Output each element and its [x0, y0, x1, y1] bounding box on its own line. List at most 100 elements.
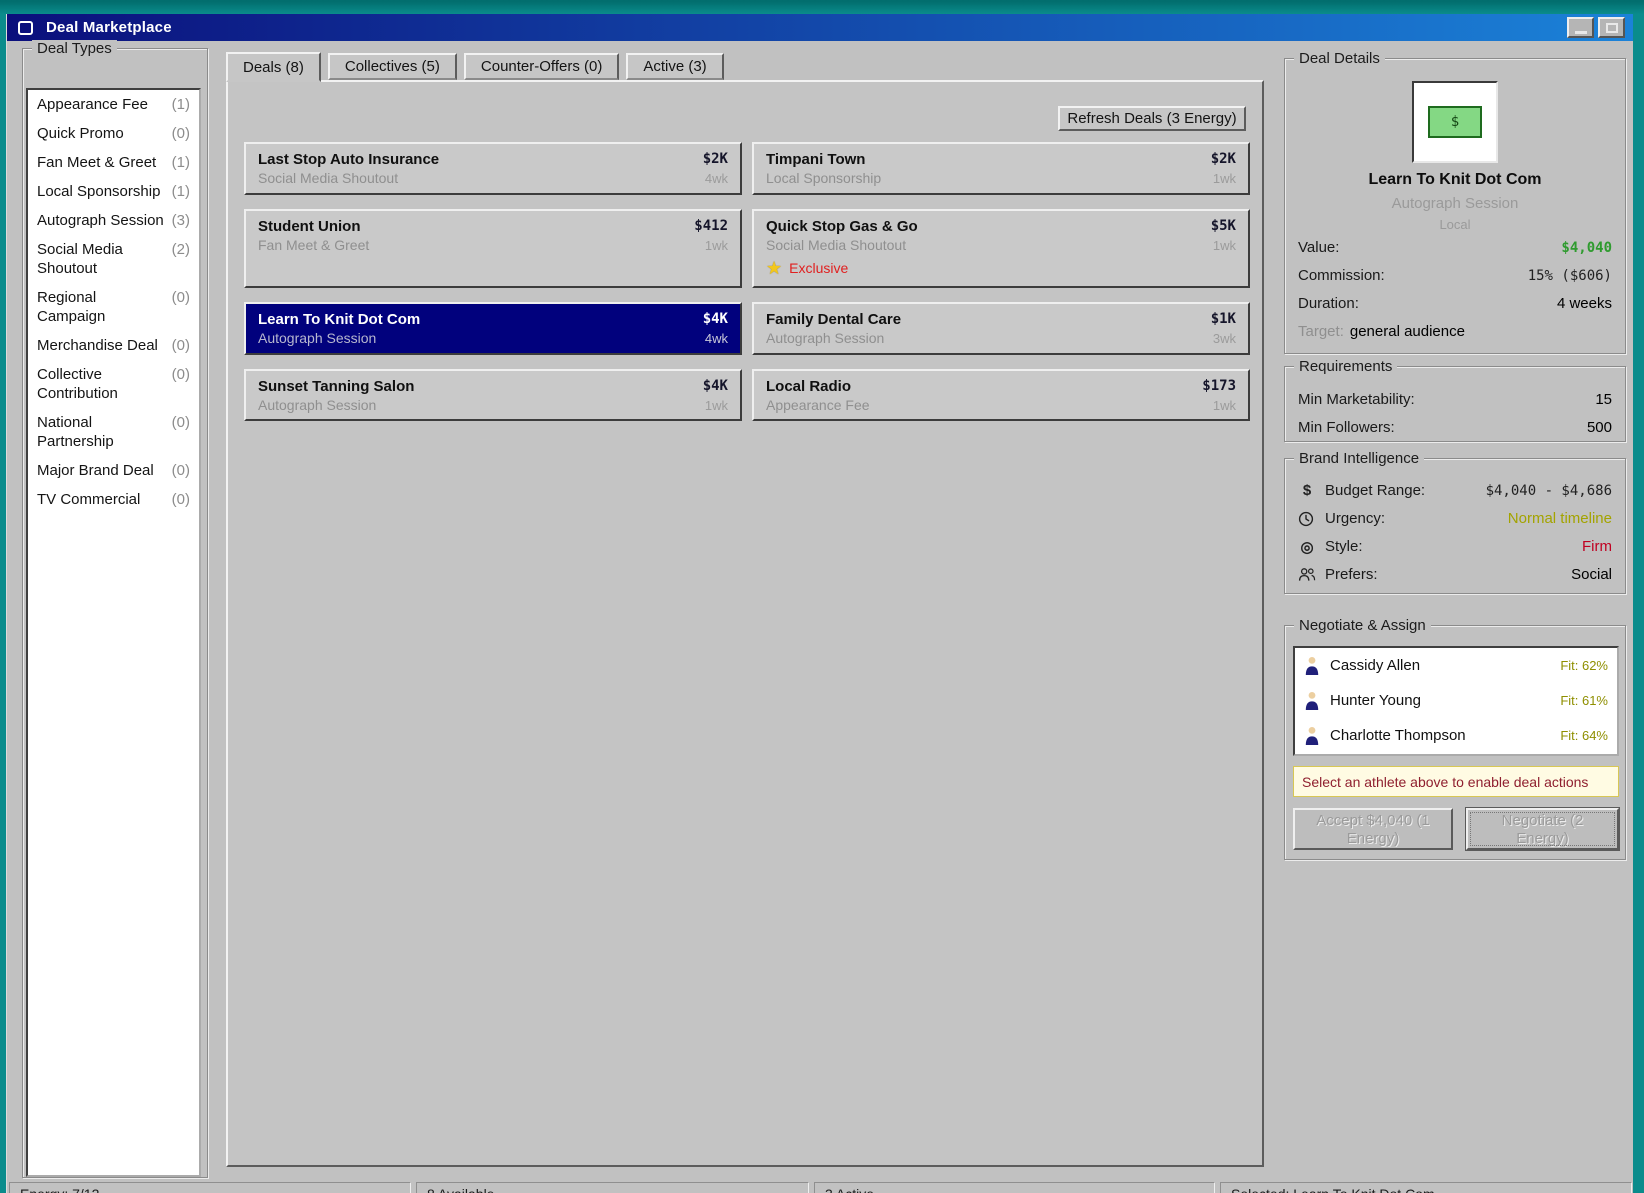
exclusive-badge: ★ Exclusive	[766, 259, 848, 277]
window-title: Deal Marketplace	[46, 19, 172, 36]
tab-collectives[interactable]: Collectives (5)	[327, 53, 457, 80]
athlete-fit: Fit: 62%	[1560, 658, 1608, 673]
sidebar-item-label: Local Sponsorship	[37, 183, 161, 200]
status-energy: Energy: 7/12	[9, 1182, 411, 1193]
deal-duration: 1wk	[704, 238, 728, 253]
deal-value: $4K	[702, 378, 728, 394]
deal-card[interactable]: Family Dental Care Autograph Session $1K 3w…	[752, 302, 1250, 355]
sidebar-item-major-brand-deal[interactable]: Major Brand Deal (0)	[28, 456, 199, 485]
deal-name: Quick Stop Gas & Go	[766, 218, 918, 235]
brand-intelligence-group: Brand Intelligence $ Budget Range: $4,040 …	[1284, 450, 1626, 594]
status-bar: Energy: 7/12 8 Available 3 Active Select…	[7, 1180, 1634, 1193]
deals-tab-page: Refresh Deals (3 Energy) Last Stop Auto …	[226, 80, 1264, 1167]
deal-types-title: Deal Types	[32, 40, 117, 57]
deal-card[interactable]: Timpani Town Local Sponsorship $2K 1wk	[752, 142, 1250, 195]
sidebar-item-quick-promo[interactable]: Quick Promo (0)	[28, 119, 199, 148]
deal-value: $4K	[702, 311, 728, 327]
duration-label: Duration:	[1298, 295, 1359, 312]
sidebar-item-count: (2)	[171, 241, 190, 258]
deal-value: $2K	[1210, 151, 1236, 167]
detail-deal-scope: Local	[1439, 217, 1471, 232]
requirement-label: Min Marketability:	[1298, 391, 1415, 408]
status-selected: Selected: Learn To Knit Dot Com	[1220, 1182, 1632, 1193]
commission-label: Commission:	[1298, 267, 1385, 284]
status-active: 3 Active	[814, 1182, 1215, 1193]
sidebar-item-tv-commercial[interactable]: TV Commercial (0)	[28, 485, 199, 514]
deal-duration: 1wk	[1212, 171, 1236, 186]
value-row: Value: $4,040	[1285, 239, 1625, 258]
sidebar-item-count: (0)	[171, 337, 190, 354]
minimize-icon	[1574, 30, 1587, 34]
sidebar-item-count: (0)	[171, 462, 190, 479]
tab-counter-offers[interactable]: Counter-Offers (0)	[463, 53, 620, 80]
detail-deal-name: Learn To Knit Dot Com	[1368, 171, 1542, 188]
sidebar-item-local-sponsorship[interactable]: Local Sponsorship (1)	[28, 177, 199, 206]
sidebar-item-label: National Partnership	[37, 414, 114, 450]
athlete-row[interactable]: Charlotte Thompson Fit: 64%	[1295, 718, 1617, 753]
deal-duration: 3wk	[1212, 331, 1236, 346]
sidebar-item-merchandise-deal[interactable]: Merchandise Deal (0)	[28, 331, 199, 360]
deal-card[interactable]: Local Radio Appearance Fee $173 1wk	[752, 369, 1250, 421]
value-label: Value:	[1298, 239, 1340, 256]
exclusive-label: Exclusive	[789, 260, 849, 276]
people-icon	[1298, 567, 1316, 582]
sidebar-item-appearance-fee[interactable]: Appearance Fee (1)	[28, 90, 199, 119]
sidebar-item-autograph-session[interactable]: Autograph Session (3)	[28, 206, 199, 235]
tab-strip: Deals (8) Collectives (5) Counter-Offers (…	[226, 50, 724, 82]
requirement-row: Min Marketability: 15	[1285, 391, 1625, 410]
athlete-name: Cassidy Allen	[1330, 657, 1421, 674]
target-icon: ◎	[1300, 538, 1314, 556]
athlete-name: Hunter Young	[1330, 692, 1421, 709]
target-value: general audience	[1349, 323, 1465, 340]
deal-marketplace-window: Deal Marketplace Deal Types Appearance F…	[6, 14, 1633, 1193]
sidebar-item-label: Regional Campaign	[37, 289, 106, 325]
deal-details-group: Deal Details $ Learn To Knit Dot Com Aut…	[1284, 50, 1626, 354]
dollar-icon: $	[1302, 482, 1312, 499]
sidebar-item-social-media-shoutout[interactable]: Social Media Shoutout (2)	[28, 235, 199, 283]
tab-active[interactable]: Active (3)	[626, 53, 724, 80]
athlete-list[interactable]: Cassidy Allen Fit: 62% Hunter Young Fit: 61…	[1293, 646, 1619, 756]
athlete-icon	[1304, 726, 1320, 745]
sidebar-item-collective-contribution[interactable]: Collective Contribution (0)	[28, 360, 199, 408]
minimize-button[interactable]	[1567, 17, 1594, 38]
sidebar-item-national-partnership[interactable]: National Partnership (0)	[28, 408, 199, 456]
deal-type: Social Media Shoutout	[258, 170, 399, 186]
refresh-deals-button[interactable]: Refresh Deals (3 Energy)	[1058, 106, 1246, 131]
target-label: Target:	[1298, 323, 1344, 340]
athlete-row[interactable]: Cassidy Allen Fit: 62%	[1295, 648, 1617, 683]
deal-name: Student Union	[258, 218, 361, 235]
accept-deal-button[interactable]: Accept $4,040 (1 Energy)	[1293, 808, 1453, 850]
requirements-group: Requirements Min Marketability: 15 Min Fol…	[1284, 358, 1626, 442]
sidebar-item-count: (1)	[171, 154, 190, 171]
deal-name: Timpani Town	[766, 151, 866, 168]
brand-row: ◎ Style: Firm	[1285, 537, 1625, 556]
sidebar-item-count: (0)	[171, 366, 190, 383]
sidebar-item-count: (0)	[171, 289, 190, 306]
deal-duration: 4wk	[704, 171, 728, 186]
sidebar-item-label: Social Media Shoutout	[37, 241, 123, 277]
deal-value: $1K	[1210, 311, 1236, 327]
negotiate-button[interactable]: Negotiate (2 Energy)	[1466, 808, 1619, 850]
tab-deals[interactable]: Deals (8)	[226, 52, 321, 82]
deal-card[interactable]: Student Union Fan Meet & Greet $412 1wk	[244, 209, 742, 288]
deal-card[interactable]: Last Stop Auto Insurance Social Media Sho…	[244, 142, 742, 195]
sidebar-item-fan-meet-greet[interactable]: Fan Meet & Greet (1)	[28, 148, 199, 177]
sidebar-item-count: (0)	[171, 125, 190, 142]
sidebar-item-regional-campaign[interactable]: Regional Campaign (0)	[28, 283, 199, 331]
maximize-button[interactable]	[1598, 17, 1625, 38]
clock-icon	[1298, 511, 1316, 527]
detail-deal-type: Autograph Session	[1391, 195, 1519, 212]
star-icon: ★	[766, 258, 783, 278]
deal-card[interactable]: Learn To Knit Dot Com Autograph Session $4…	[244, 302, 742, 355]
maximize-icon	[1605, 22, 1618, 33]
deal-card[interactable]: Sunset Tanning Salon Autograph Session $4K…	[244, 369, 742, 421]
dollar-bill-icon: $	[1428, 106, 1482, 138]
deal-duration: 1wk	[1212, 238, 1236, 253]
athlete-row[interactable]: Hunter Young Fit: 61%	[1295, 683, 1617, 718]
deal-types-list[interactable]: Appearance Fee (1) Quick Promo (0) Fan Meet …	[26, 88, 201, 1177]
athlete-fit: Fit: 64%	[1560, 728, 1608, 743]
sidebar-item-label: TV Commercial	[37, 491, 141, 508]
deal-card[interactable]: Quick Stop Gas & Go Social Media Shoutout…	[752, 209, 1250, 288]
deal-type: Local Sponsorship	[766, 170, 882, 186]
deal-name: Last Stop Auto Insurance	[258, 151, 440, 168]
